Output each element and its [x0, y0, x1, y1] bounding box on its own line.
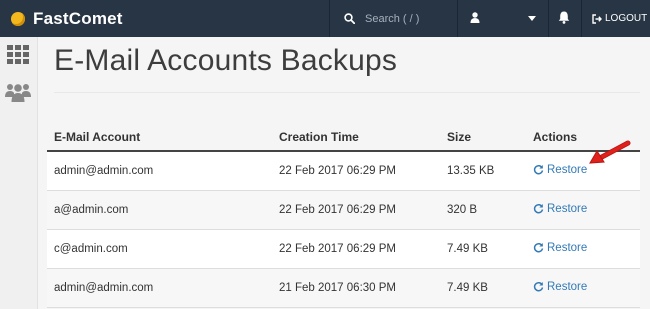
table-row: admin@admin.com 21 Feb 2017 06:30 PM 7.4… — [47, 268, 640, 308]
size-cell: 13.35 KB — [440, 151, 526, 191]
actions-cell: Restore — [526, 268, 640, 308]
logout-button[interactable]: LOGOUT — [592, 0, 647, 37]
search-box[interactable] — [330, 0, 457, 37]
bell-icon[interactable] — [558, 11, 570, 24]
logo-icon — [11, 12, 25, 26]
table-header-row: E-Mail Account Creation Time Size Action… — [47, 124, 640, 152]
navbar-divider — [581, 0, 582, 37]
email-account-cell: c@admin.com — [47, 229, 272, 269]
grid-icon[interactable] — [7, 45, 29, 64]
creation-time-cell: 22 Feb 2017 06:29 PM — [272, 229, 440, 269]
email-account-cell: a@admin.com — [47, 190, 272, 230]
user-icon — [470, 12, 480, 23]
table-row: c@admin.com 22 Feb 2017 06:29 PM 7.49 KB… — [47, 229, 640, 269]
user-menu[interactable] — [458, 0, 548, 37]
red-arrow-annotation — [589, 140, 631, 164]
actions-cell: Restore — [526, 229, 640, 269]
restore-button[interactable]: Restore — [533, 203, 587, 215]
table-row: admin@admin.com 22 Feb 2017 06:29 PM 13.… — [47, 151, 640, 191]
logout-icon — [592, 13, 602, 24]
creation-time-cell: 22 Feb 2017 06:29 PM — [272, 190, 440, 230]
restore-button[interactable]: Restore — [533, 242, 587, 254]
restore-button[interactable]: Restore — [533, 164, 587, 176]
search-input[interactable] — [363, 11, 457, 26]
navbar-divider — [548, 0, 549, 37]
brand-logo[interactable]: FastComet — [11, 9, 123, 29]
refresh-icon — [533, 243, 544, 253]
search-icon — [344, 13, 355, 24]
column-header-size: Size — [440, 124, 526, 152]
sidebar — [0, 37, 38, 309]
title-divider — [54, 92, 640, 93]
users-icon[interactable] — [5, 81, 31, 103]
table-row: a@admin.com 22 Feb 2017 06:29 PM 320 B R… — [47, 190, 640, 230]
restore-button[interactable]: Restore — [533, 281, 587, 293]
restore-label: Restore — [547, 241, 588, 254]
logout-label: LOGOUT — [605, 13, 648, 24]
size-cell: 7.49 KB — [440, 229, 526, 269]
refresh-icon — [533, 282, 544, 292]
restore-label: Restore — [547, 280, 588, 293]
creation-time-cell: 22 Feb 2017 06:29 PM — [272, 151, 440, 191]
column-header-creation-time: Creation Time — [272, 124, 440, 152]
page-title: E-Mail Accounts Backups — [54, 44, 398, 77]
chevron-down-icon — [528, 16, 536, 21]
refresh-icon — [533, 204, 544, 214]
creation-time-cell: 21 Feb 2017 06:30 PM — [272, 268, 440, 308]
backups-table: E-Mail Account Creation Time Size Action… — [47, 124, 640, 308]
restore-label: Restore — [547, 202, 588, 215]
email-account-cell: admin@admin.com — [47, 151, 272, 191]
top-navbar: FastComet LOGOUT — [0, 0, 650, 37]
size-cell: 7.49 KB — [440, 268, 526, 308]
restore-label: Restore — [547, 163, 588, 176]
email-account-cell: admin@admin.com — [47, 268, 272, 308]
actions-cell: Restore — [526, 190, 640, 230]
column-header-email-account: E-Mail Account — [47, 124, 272, 152]
brand-name: FastComet — [33, 9, 123, 28]
size-cell: 320 B — [440, 190, 526, 230]
refresh-icon — [533, 165, 544, 175]
